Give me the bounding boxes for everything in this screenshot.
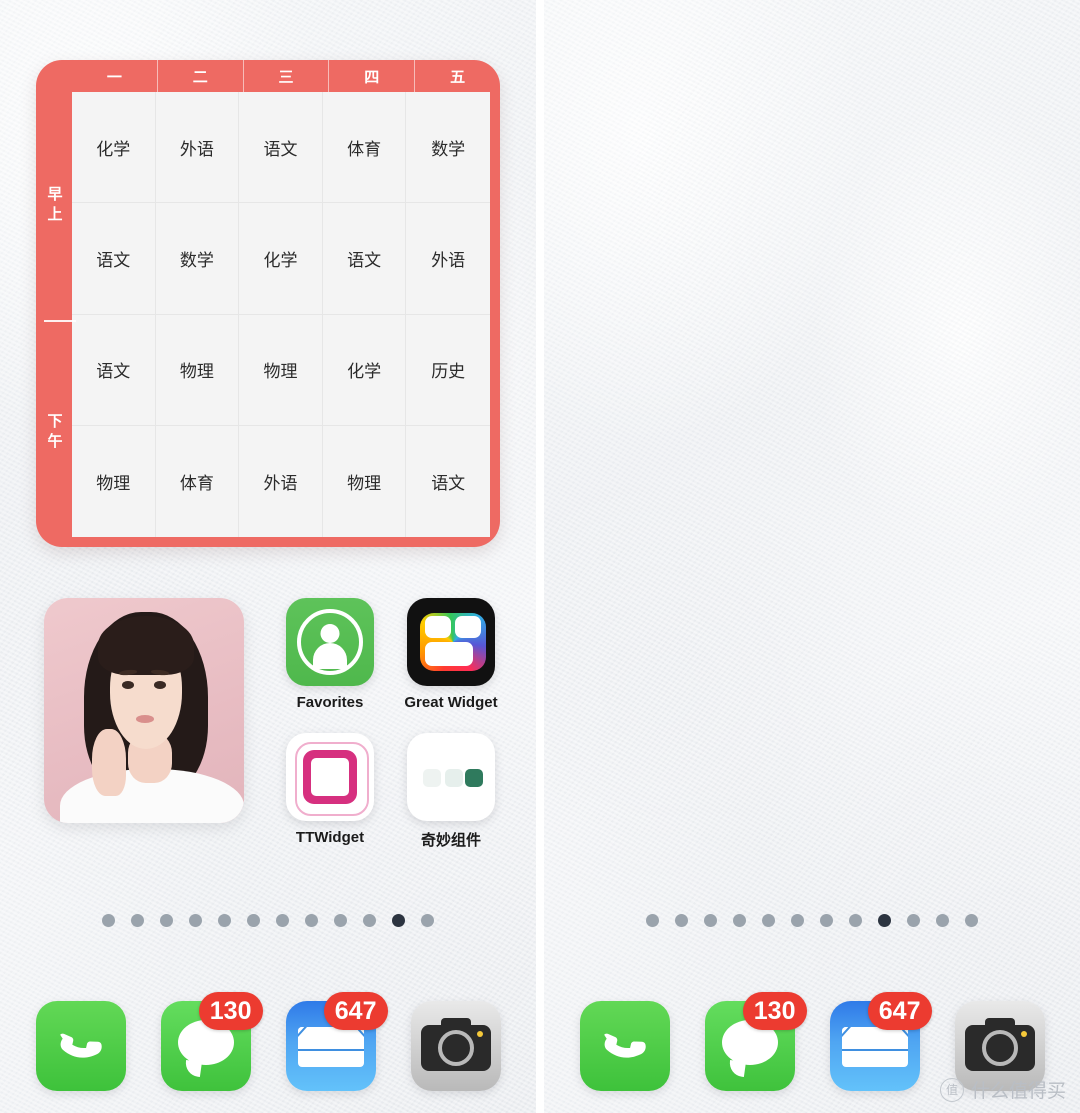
- timetable-col-header: 一: [72, 60, 158, 92]
- app-great-widget[interactable]: Great Widget: [399, 598, 503, 711]
- timetable-cell[interactable]: 物理: [239, 314, 323, 426]
- timetable-cell[interactable]: 数学: [406, 92, 490, 204]
- page-dot[interactable]: [936, 914, 949, 927]
- app-ttwidget[interactable]: TTWidget: [278, 733, 382, 846]
- page-dot[interactable]: [421, 914, 434, 927]
- great-widget-icon: [407, 598, 495, 686]
- page-dot[interactable]: [160, 914, 173, 927]
- timetable-cell[interactable]: 语文: [322, 203, 407, 315]
- screenshot-root: 一 二 三 四 五 早上 下午 化学 外语 语文 体育 数学 语文 数学 化学 …: [0, 0, 1080, 1113]
- page-dot[interactable]: [189, 914, 202, 927]
- timetable-cell[interactable]: 物理: [155, 314, 240, 426]
- page-dots-left[interactable]: [0, 914, 536, 927]
- dock-app-mail[interactable]: 647: [285, 992, 388, 1091]
- portrait-image: [44, 598, 244, 823]
- timetable-cell[interactable]: 外语: [155, 92, 240, 204]
- timetable-widget[interactable]: 一 二 三 四 五 早上 下午 化学 外语 语文 体育 数学 语文 数学 化学 …: [36, 60, 500, 547]
- timetable-cell[interactable]: 历史: [406, 314, 490, 426]
- page-dot[interactable]: [849, 914, 862, 927]
- timetable-cell[interactable]: 外语: [239, 425, 323, 537]
- page-dot[interactable]: [762, 914, 775, 927]
- app-favorites[interactable]: Favorites: [278, 598, 382, 711]
- phone-icon: [35, 1001, 126, 1091]
- timetable-cell[interactable]: 化学: [322, 314, 407, 426]
- app-label: Favorites: [296, 694, 364, 711]
- timetable-section-morning: 早上: [45, 185, 63, 226]
- timetable-col-header: 三: [244, 60, 330, 92]
- page-dot[interactable]: [276, 914, 289, 927]
- timetable-cell[interactable]: 体育: [155, 425, 240, 537]
- page-dots-right[interactable]: [544, 914, 1080, 927]
- page-dot[interactable]: [131, 914, 144, 927]
- app-label: 奇妙组件: [420, 832, 481, 849]
- timetable-cell[interactable]: 语文: [72, 314, 156, 426]
- timetable-cell[interactable]: 化学: [72, 92, 156, 204]
- badge-count: 647: [323, 992, 388, 1030]
- wallpaper-texture: [544, 0, 1080, 1113]
- favorites-contact-icon: [286, 598, 374, 686]
- dock-app-mail[interactable]: 647: [829, 992, 932, 1091]
- home-screen-page-left: 一 二 三 四 五 早上 下午 化学 外语 语文 体育 数学 语文 数学 化学 …: [0, 0, 536, 1113]
- camera-icon: [410, 1001, 501, 1091]
- timetable-cell[interactable]: 化学: [239, 203, 323, 315]
- page-dot[interactable]: [305, 914, 318, 927]
- page-dot[interactable]: [965, 914, 978, 927]
- timetable-cell[interactable]: 语文: [239, 92, 323, 204]
- page-dot[interactable]: [704, 914, 717, 927]
- timetable-cell[interactable]: 物理: [322, 425, 407, 537]
- page-dot[interactable]: [334, 914, 347, 927]
- timetable-header-row: 一 二 三 四 五: [36, 60, 500, 92]
- home-screen-page-right: 2021-10-16, 第 41周 周一 11 初六 周二 12 初七 周三 1…: [544, 0, 1080, 1113]
- page-dot[interactable]: [218, 914, 231, 927]
- badge-count: 130: [742, 992, 807, 1030]
- page-dot-active[interactable]: [878, 914, 891, 927]
- page-dot[interactable]: [675, 914, 688, 927]
- photo-widget[interactable]: [44, 598, 244, 823]
- timetable-section-divider: [44, 319, 76, 322]
- app-label: TTWidget: [295, 829, 365, 846]
- page-dot[interactable]: [247, 914, 260, 927]
- timetable-col-header: 五: [450, 68, 466, 86]
- page-dot[interactable]: [363, 914, 376, 927]
- panel-divider: [536, 0, 544, 1113]
- timetable-body: 早上 下午 化学 外语 语文 体育 数学 语文 数学 化学 语文 外语 语文 物…: [36, 92, 500, 547]
- dock-app-phone[interactable]: [579, 1001, 670, 1091]
- page-dot[interactable]: [820, 914, 833, 927]
- timetable-col-header: 二: [158, 60, 244, 92]
- ttwidget-icon: [286, 733, 374, 821]
- timetable-cell[interactable]: 体育: [322, 92, 407, 204]
- page-dot[interactable]: [733, 914, 746, 927]
- dock-app-phone[interactable]: [35, 1001, 126, 1091]
- watermark: 值 什么值得买: [939, 1076, 1066, 1103]
- watermark-text: 什么值得买: [970, 1081, 1066, 1102]
- qimiao-widget-icon: [407, 733, 495, 821]
- app-label: Great Widget: [404, 694, 498, 711]
- page-dot[interactable]: [646, 914, 659, 927]
- timetable-cell[interactable]: 外语: [406, 203, 490, 315]
- badge-count: 647: [867, 992, 932, 1030]
- watermark-mark-icon: 值: [939, 1077, 964, 1102]
- badge-count: 130: [198, 992, 263, 1030]
- phone-icon: [579, 1001, 670, 1091]
- dock-app-messages[interactable]: 130: [704, 992, 807, 1091]
- page-dot[interactable]: [791, 914, 804, 927]
- page-dot[interactable]: [907, 914, 920, 927]
- dock-app-camera[interactable]: [410, 1001, 501, 1091]
- timetable-cell[interactable]: 语文: [406, 425, 490, 537]
- timetable-col-header: 四: [329, 60, 416, 92]
- timetable-cell[interactable]: 语文: [72, 203, 156, 315]
- dock-left: 130 647: [0, 992, 536, 1091]
- timetable-cell[interactable]: 物理: [72, 425, 156, 537]
- timetable-section-afternoon: 下午: [45, 413, 63, 454]
- page-dot-active[interactable]: [392, 914, 405, 927]
- dock-app-messages[interactable]: 130: [160, 992, 263, 1091]
- app-qimiao-widget[interactable]: 奇妙组件: [399, 733, 503, 850]
- timetable-cell[interactable]: 数学: [155, 203, 240, 315]
- timetable-section-labels: 早上 下午: [36, 92, 76, 547]
- page-dot[interactable]: [102, 914, 115, 927]
- timetable-grid: 化学 外语 语文 体育 数学 语文 数学 化学 语文 外语 语文 物理 物理 化…: [72, 92, 490, 537]
